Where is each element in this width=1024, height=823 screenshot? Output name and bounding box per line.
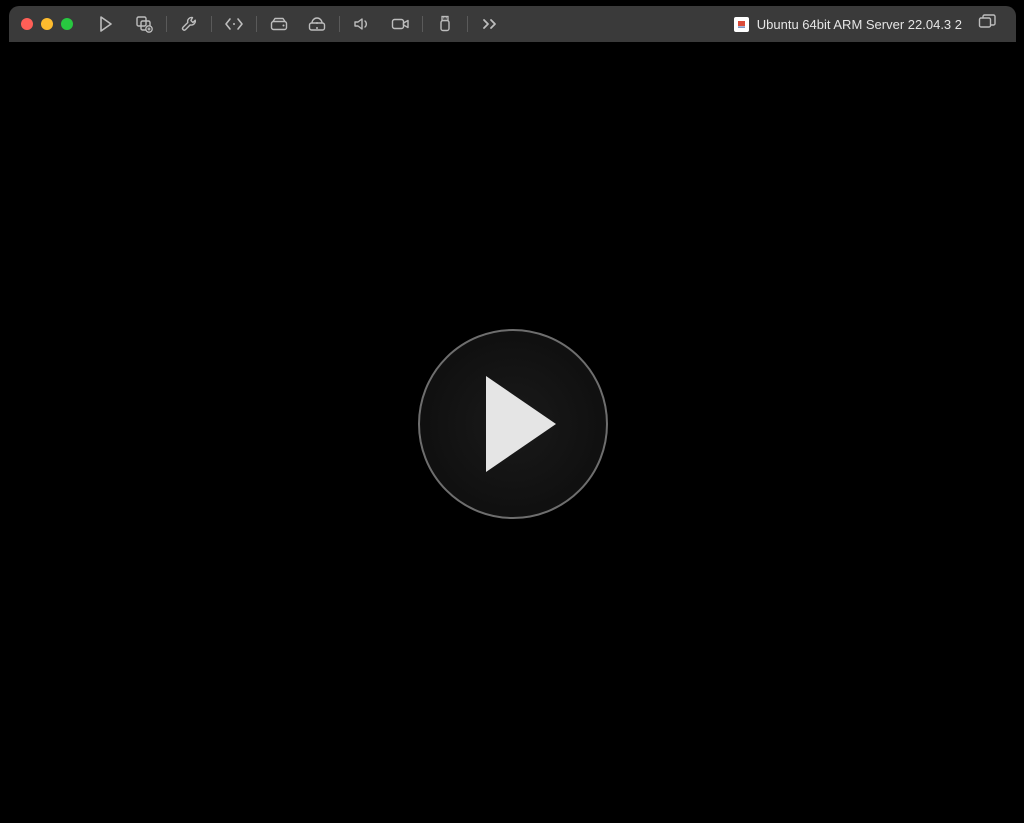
camera-button[interactable] [381, 6, 419, 42]
optical-drive-button[interactable] [298, 6, 336, 42]
sound-icon [353, 16, 371, 32]
vm-window: Ubuntu 64bit ARM Server 22.04.3 2 [9, 6, 1016, 806]
code-icon [224, 17, 244, 31]
start-vm-button[interactable] [418, 329, 608, 519]
titlebar: Ubuntu 64bit ARM Server 22.04.3 2 [9, 6, 1016, 42]
window-controls [21, 18, 73, 30]
hdd-icon [270, 17, 288, 31]
overflow-button[interactable] [471, 6, 509, 42]
toolbar-separator [211, 16, 212, 32]
camera-icon [391, 17, 410, 31]
developer-button[interactable] [215, 6, 253, 42]
play-icon [99, 16, 113, 32]
vm-display [9, 42, 1016, 806]
play-icon [486, 376, 556, 472]
snapshot-icon [135, 15, 153, 33]
usb-button[interactable] [426, 6, 464, 42]
toolbar-separator [422, 16, 423, 32]
disk-button[interactable] [260, 6, 298, 42]
wrench-icon [180, 15, 198, 33]
settings-button[interactable] [170, 6, 208, 42]
play-button[interactable] [87, 6, 125, 42]
overflow-icon [481, 17, 499, 31]
toolbar-separator [339, 16, 340, 32]
toolbar-separator [166, 16, 167, 32]
optical-drive-icon [308, 16, 326, 32]
close-window-button[interactable] [21, 18, 33, 30]
toolbar-separator [467, 16, 468, 32]
snapshot-button[interactable] [125, 6, 163, 42]
sound-button[interactable] [343, 6, 381, 42]
vm-file-icon [734, 17, 749, 32]
title-area: Ubuntu 64bit ARM Server 22.04.3 2 [734, 17, 962, 32]
fullscreen-window-button[interactable] [61, 18, 73, 30]
toolbar-separator [256, 16, 257, 32]
usb-icon [437, 15, 453, 33]
minimize-window-button[interactable] [41, 18, 53, 30]
windows-icon [978, 14, 996, 34]
windows-button[interactable] [970, 6, 1004, 42]
window-title: Ubuntu 64bit ARM Server 22.04.3 2 [757, 17, 962, 32]
toolbar [87, 6, 509, 42]
